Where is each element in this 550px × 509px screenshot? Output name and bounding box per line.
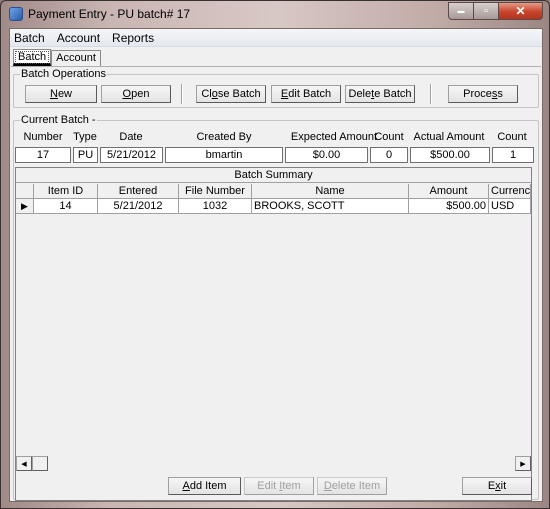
new-button[interactable]: New xyxy=(25,85,97,103)
scroll-right-icon: ▶ xyxy=(520,460,526,468)
process-button[interactable]: Process xyxy=(448,85,518,103)
expected-amount-field[interactable]: $0.00 xyxy=(285,147,368,163)
scroll-right-button[interactable]: ▶ xyxy=(515,456,531,471)
title-bar[interactable]: Payment Entry - PU batch# 17 ▬ ▫ ✕ xyxy=(1,1,549,27)
header-type: Type xyxy=(73,131,97,143)
header-created-by: Created By xyxy=(196,131,252,143)
row-header-col xyxy=(16,184,34,199)
actual-amount-field[interactable]: $500.00 xyxy=(410,147,490,163)
close-button[interactable]: ✕ xyxy=(499,2,543,20)
created-by-field[interactable]: bmartin xyxy=(165,147,283,163)
row-selector-icon: ▶ xyxy=(16,199,34,214)
col-amount[interactable]: Amount xyxy=(409,184,489,199)
actual-count-field[interactable]: 1 xyxy=(492,147,534,163)
batch-number-field[interactable]: 17 xyxy=(15,147,71,163)
batch-date-field[interactable]: 5/21/2012 xyxy=(100,147,163,163)
close-batch-button[interactable]: Close Batch xyxy=(196,85,266,103)
header-number: Number xyxy=(23,131,63,143)
tab-account[interactable]: Account xyxy=(51,50,101,67)
client-area: Batch Account Reports Batch Account Batc… xyxy=(9,28,543,502)
batch-summary-caption: Batch Summary xyxy=(16,168,531,183)
maximize-button[interactable]: ▫ xyxy=(474,2,499,20)
col-file-number[interactable]: File Number xyxy=(179,184,252,199)
header-actual-count: Count xyxy=(497,131,527,143)
close-icon: ✕ xyxy=(515,4,526,18)
menu-batch[interactable]: Batch xyxy=(14,31,45,45)
separator xyxy=(430,84,432,104)
tab-batch[interactable]: Batch xyxy=(13,49,52,66)
app-icon xyxy=(9,7,23,21)
scroll-thumb[interactable] xyxy=(32,456,48,471)
edit-item-button[interactable]: Edit Item xyxy=(244,477,314,495)
col-item-id[interactable]: Item ID xyxy=(34,184,98,199)
menu-account[interactable]: Account xyxy=(57,31,100,45)
minimize-button[interactable]: ▬ xyxy=(448,2,474,20)
col-entered[interactable]: Entered xyxy=(98,184,179,199)
horizontal-scrollbar[interactable]: ◀ ▶ xyxy=(16,456,531,472)
tab-strip: Batch Account xyxy=(13,49,101,67)
header-actual-amount: Actual Amount xyxy=(413,131,485,143)
batch-type-field[interactable]: PU xyxy=(73,147,98,163)
scroll-left-button[interactable]: ◀ xyxy=(16,456,32,471)
cell-file-number[interactable]: 1032 xyxy=(179,199,252,214)
grid-header-row: Item ID Entered File Number Name Amount … xyxy=(16,184,531,199)
cell-name[interactable]: BROOKS, SCOTT xyxy=(252,199,409,214)
delete-batch-button[interactable]: Delete Batch xyxy=(345,85,415,103)
batch-operations-label: Batch Operations xyxy=(20,68,107,80)
open-button[interactable]: Open xyxy=(101,85,171,103)
current-batch-label: Current Batch - xyxy=(20,114,97,126)
edit-batch-button[interactable]: Edit Batch xyxy=(271,85,341,103)
maximize-icon: ▫ xyxy=(484,5,488,17)
expected-count-field[interactable]: 0 xyxy=(370,147,408,163)
minimize-icon: ▬ xyxy=(457,7,465,15)
batch-tab-panel: Batch Operations New Open Close Batch Ed… xyxy=(11,66,541,501)
add-item-button[interactable]: Add Item xyxy=(168,477,241,495)
delete-item-button[interactable]: Delete Item xyxy=(317,477,387,495)
exit-button[interactable]: Exit xyxy=(462,477,532,495)
scroll-left-icon: ◀ xyxy=(21,460,27,468)
cell-item-id[interactable]: 14 xyxy=(34,199,98,214)
menu-bar: Batch Account Reports xyxy=(10,29,542,47)
cell-entered[interactable]: 5/21/2012 xyxy=(98,199,179,214)
cell-amount[interactable]: $500.00 xyxy=(409,199,489,214)
header-expected-count: Count xyxy=(374,131,404,143)
col-name[interactable]: Name xyxy=(252,184,409,199)
table-row[interactable]: ▶ 14 5/21/2012 1032 BROOKS, SCOTT $500.0… xyxy=(16,199,531,214)
col-currency[interactable]: Currency xyxy=(489,184,531,199)
separator xyxy=(181,84,183,104)
header-date: Date xyxy=(119,131,143,143)
batch-summary-grid[interactable]: Batch Summary Item ID Entered File Numbe… xyxy=(15,167,532,501)
cell-currency[interactable]: USD xyxy=(489,199,531,214)
menu-reports[interactable]: Reports xyxy=(112,31,154,45)
payment-entry-window: Payment Entry - PU batch# 17 ▬ ▫ ✕ Batch… xyxy=(0,0,550,509)
window-title: Payment Entry - PU batch# 17 xyxy=(28,7,191,21)
